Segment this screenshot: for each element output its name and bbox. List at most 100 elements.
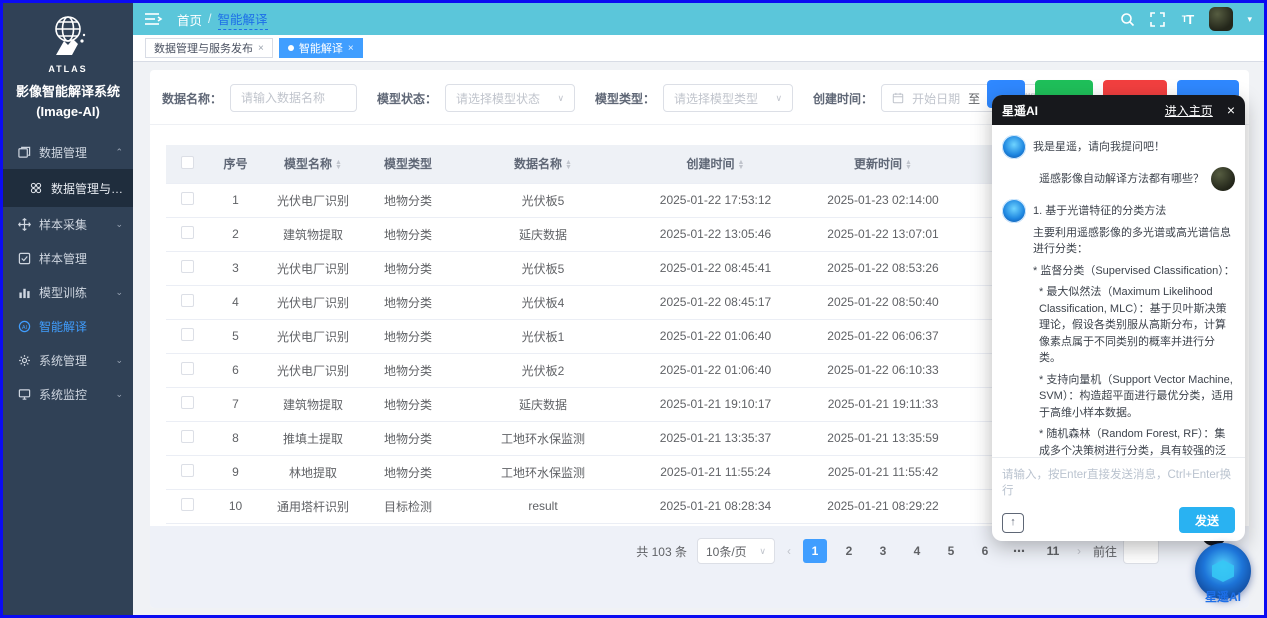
answer-paragraph: * 监督分类（Supervised Classification）：	[1033, 263, 1235, 280]
svg-text:AI: AI	[21, 324, 27, 330]
row-checkbox[interactable]	[181, 362, 194, 375]
move-icon	[17, 217, 31, 231]
tab-data-service-publish[interactable]: 数据管理与服务发布 ×	[145, 38, 273, 58]
ai-chat-panel: 星遥AI 进入主页 × 我是星遥，请向我提问吧！ 遥感影像自动解译方法都有哪些？…	[992, 95, 1245, 541]
select-placeholder: 请选择模型状态	[456, 90, 540, 107]
chat-home-link[interactable]: 进入主页	[1165, 102, 1213, 119]
answer-paragraph: 1. 基于光谱特征的分类方法	[1033, 203, 1235, 220]
sidebar-item-model-training[interactable]: 模型训练 ⌄	[3, 275, 133, 309]
tab-label: 数据管理与服务发布	[154, 40, 253, 56]
col-create-time[interactable]: 创建时间▲▼	[633, 145, 798, 183]
sidebar: ATLAS 影像智能解译系统 (Image-AI) 数据管理 ⌃ 数据管理与…	[3, 3, 133, 615]
upload-file-icon[interactable]	[1002, 513, 1024, 533]
collection-icon	[17, 145, 31, 159]
sort-icon[interactable]: ▲▼	[905, 160, 912, 170]
font-size-icon[interactable]: TT	[1179, 11, 1195, 27]
col-update-time[interactable]: 更新时间▲▼	[798, 145, 968, 183]
model-status-label: 模型状态：	[377, 90, 437, 107]
ai-circle-icon: AI	[17, 319, 31, 333]
sidebar-item-label: 样本管理	[39, 250, 123, 267]
tab-label: 智能解译	[299, 40, 343, 56]
tab-intelligent-interpretation[interactable]: 智能解译 ×	[279, 38, 363, 58]
sidebar-item-label: 智能解译	[39, 318, 123, 335]
search-icon[interactable]	[1119, 11, 1135, 27]
col-data-name[interactable]: 数据名称▲▼	[453, 145, 633, 183]
fullscreen-icon[interactable]	[1149, 11, 1165, 27]
sidebar-item-intelligent-interpretation[interactable]: AI 智能解译	[3, 309, 133, 343]
close-icon[interactable]: ×	[258, 43, 264, 54]
app-root: ATLAS 影像智能解译系统 (Image-AI) 数据管理 ⌃ 数据管理与…	[3, 3, 1264, 615]
breadcrumb-current[interactable]: 智能解译	[218, 9, 268, 30]
row-checkbox[interactable]	[181, 328, 194, 341]
page-button-6[interactable]: 6	[973, 539, 997, 563]
data-name-input-wrap	[230, 84, 357, 112]
row-checkbox[interactable]	[181, 192, 194, 205]
row-checkbox[interactable]	[181, 396, 194, 409]
page-ellipsis[interactable]: ⋯	[1007, 539, 1031, 563]
sidebar-item-system-management[interactable]: 系统管理 ⌄	[3, 343, 133, 377]
chat-input-placeholder[interactable]: 请输入，按Enter直接发送消息，Ctrl+Enter换行	[1002, 466, 1235, 498]
total-count: 共 103 条	[636, 543, 687, 560]
close-icon[interactable]: ×	[348, 43, 354, 54]
create-time-label: 创建时间：	[813, 90, 873, 107]
page-button-4[interactable]: 4	[905, 539, 929, 563]
select-all-checkbox[interactable]	[181, 156, 194, 169]
page-button-5[interactable]: 5	[939, 539, 963, 563]
row-checkbox[interactable]	[181, 464, 194, 477]
row-checkbox[interactable]	[181, 226, 194, 239]
row-checkbox[interactable]	[181, 430, 194, 443]
chevron-down-icon: ∨	[759, 546, 766, 557]
col-model-type: 模型类型	[363, 145, 453, 183]
chevron-down-icon: ⌄	[115, 355, 123, 366]
chevron-up-icon: ⌃	[115, 147, 123, 158]
sidebar-item-sample-collection[interactable]: 样本采集 ⌄	[3, 207, 133, 241]
sort-icon[interactable]: ▲▼	[335, 160, 342, 170]
bar-chart-icon	[17, 285, 31, 299]
sidebar-item-label: 系统监控	[39, 386, 115, 403]
sidebar-item-data-service-publish[interactable]: 数据管理与…	[3, 169, 133, 207]
sort-icon[interactable]: ▲▼	[738, 160, 745, 170]
answer-paragraph: 主要利用遥感影像的多光谱或高光谱信息进行分类：	[1033, 225, 1235, 258]
user-avatar[interactable]	[1209, 7, 1233, 31]
data-name-input[interactable]	[241, 91, 346, 105]
close-icon[interactable]: ×	[1227, 102, 1235, 118]
breadcrumb-home[interactable]: 首页	[177, 10, 202, 29]
avatar-dropdown-caret-icon[interactable]: ▾	[1247, 14, 1252, 25]
sidebar-item-label: 模型训练	[39, 284, 115, 301]
model-status-select[interactable]: 请选择模型状态 ∨	[445, 84, 575, 112]
atlas-logo: ATLAS	[3, 3, 133, 74]
page-button-3[interactable]: 3	[871, 539, 895, 563]
page-size-select[interactable]: 10条/页 ∨	[697, 538, 775, 564]
col-index: 序号	[208, 145, 263, 183]
row-checkbox[interactable]	[181, 498, 194, 511]
main-area: 首页 / 智能解译 TT ▾ 数据管理与服务发布 ×	[133, 3, 1264, 615]
row-checkbox[interactable]	[181, 294, 194, 307]
send-button[interactable]: 发送	[1179, 507, 1235, 533]
app-title-line2: (Image-AI)	[5, 102, 131, 122]
sort-icon[interactable]: ▲▼	[565, 160, 572, 170]
page-button-11[interactable]: 11	[1041, 539, 1065, 563]
row-checkbox[interactable]	[181, 260, 194, 273]
prev-page-button[interactable]: ‹	[785, 544, 793, 558]
filter-model-type: 模型类型： 请选择模型类型 ∨	[595, 84, 793, 112]
user-avatar	[1211, 167, 1235, 191]
page-size-value: 10条/页	[706, 543, 747, 560]
check-square-icon	[17, 251, 31, 265]
chevron-down-icon: ⌄	[115, 389, 123, 400]
col-model-name[interactable]: 模型名称▲▼	[263, 145, 363, 183]
model-type-select[interactable]: 请选择模型类型 ∨	[663, 84, 793, 112]
globe-hand-icon	[42, 11, 94, 63]
bot-answer: 1. 基于光谱特征的分类方法 主要利用遥感影像的多光谱或高光谱信息进行分类： *…	[1033, 199, 1235, 457]
collapse-sidebar-icon[interactable]	[145, 12, 163, 26]
sidebar-item-data-management[interactable]: 数据管理 ⌃	[3, 135, 133, 169]
page-button-1[interactable]: 1	[803, 539, 827, 563]
sidebar-item-system-monitoring[interactable]: 系统监控 ⌄	[3, 377, 133, 411]
chevron-down-icon: ⌄	[115, 219, 123, 230]
next-page-button[interactable]: ›	[1075, 544, 1083, 558]
bot-message: 1. 基于光谱特征的分类方法 主要利用遥感影像的多光谱或高光谱信息进行分类： *…	[1002, 199, 1235, 457]
breadcrumb-separator: /	[208, 12, 211, 26]
bot-avatar	[1002, 135, 1026, 159]
sidebar-item-sample-management[interactable]: 样本管理	[3, 241, 133, 275]
goto-page-input[interactable]	[1123, 538, 1159, 564]
page-button-2[interactable]: 2	[837, 539, 861, 563]
